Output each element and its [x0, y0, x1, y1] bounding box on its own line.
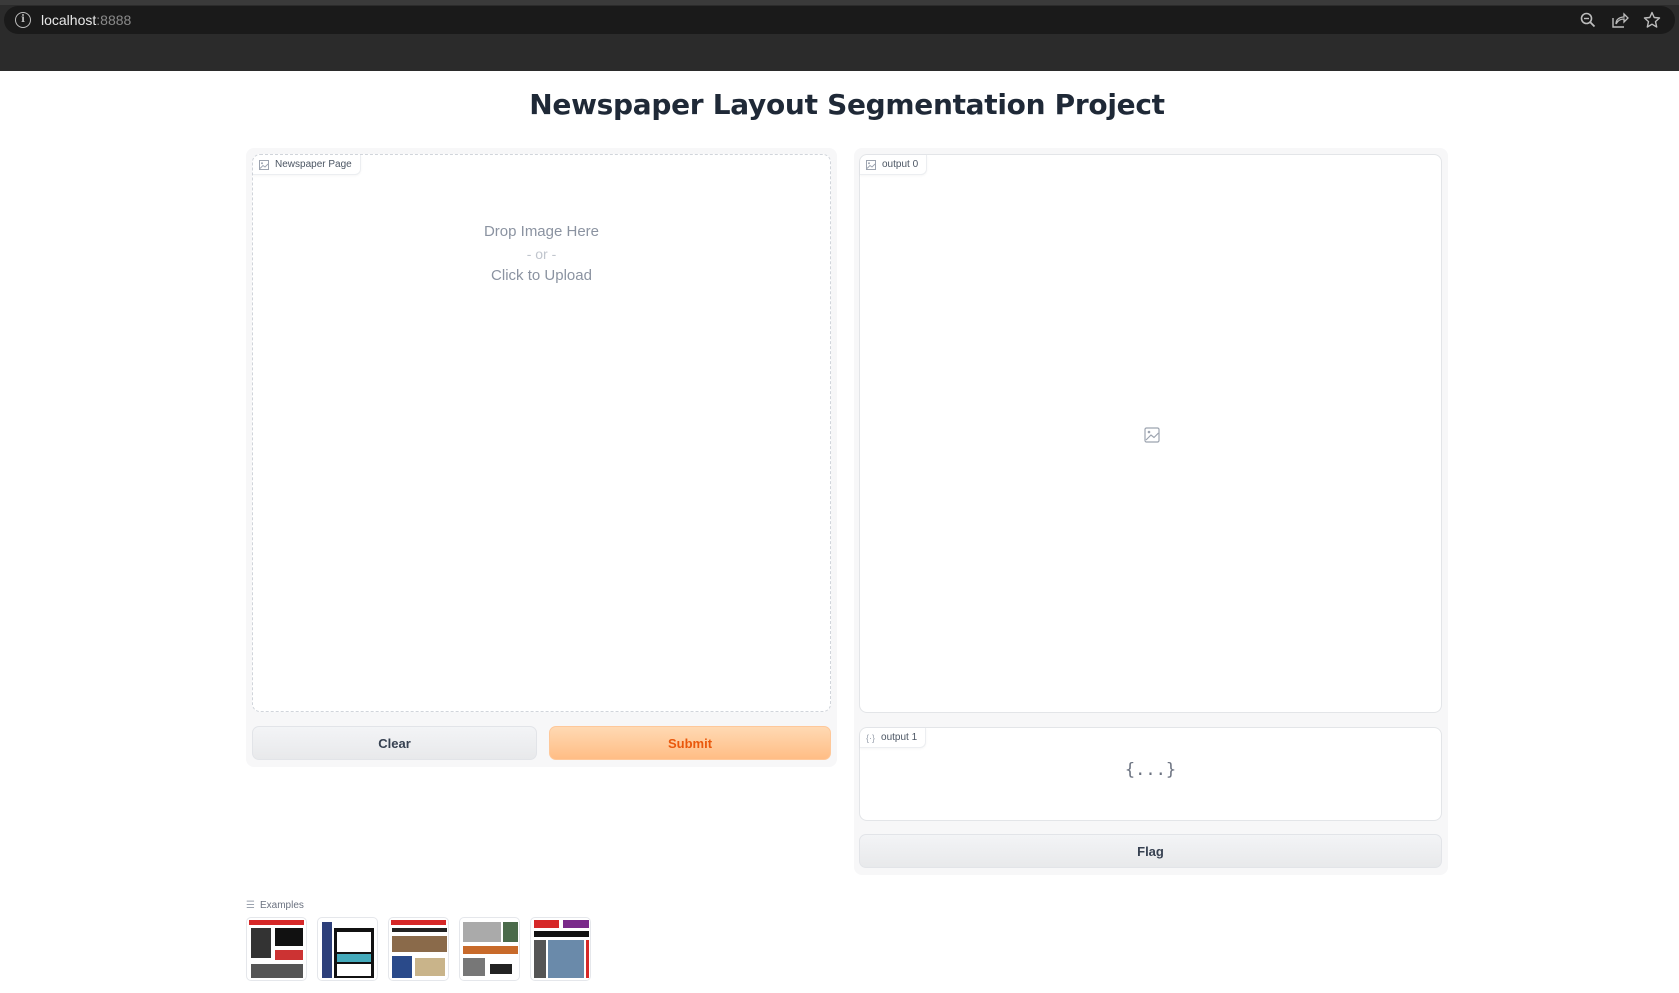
bookmark-star-icon[interactable]: [1643, 11, 1661, 29]
newspaper-example-1[interactable]: [246, 917, 307, 981]
output-image-box: output 0: [859, 154, 1442, 713]
output-0-label-text: output 0: [882, 159, 919, 170]
examples-label: Examples: [259, 900, 304, 911]
share-icon[interactable]: [1611, 11, 1629, 29]
input-label: Newspaper Page: [253, 155, 361, 175]
json-placeholder: {...}: [1124, 760, 1177, 780]
image-placeholder-icon: [1144, 427, 1160, 443]
input-label-text: Newspaper Page: [275, 159, 352, 170]
examples-section: ☰ Examples: [246, 900, 591, 981]
click-to-upload-text[interactable]: Click to Upload: [253, 265, 830, 287]
flag-button[interactable]: Flag: [859, 834, 1442, 868]
newspaper-example-4[interactable]: [459, 917, 520, 981]
output-panel: output 0 {·} output 1 {...} Flag: [854, 148, 1448, 875]
page-title: Newspaper Layout Segmentation Project: [529, 88, 1165, 121]
submit-button[interactable]: Submit: [549, 726, 831, 760]
output-0-label: output 0: [860, 155, 928, 175]
newspaper-example-2[interactable]: [317, 917, 378, 981]
browser-toolbar: i localhost:8888: [0, 0, 1679, 71]
image-icon: [866, 159, 876, 170]
info-icon[interactable]: i: [15, 12, 31, 28]
input-panel: Newspaper Page Drop Image Here - or - Cl…: [246, 148, 837, 767]
drop-image-text: Drop Image Here: [483, 223, 600, 240]
address-bar[interactable]: i localhost:8888: [4, 6, 1675, 34]
zoom-icon[interactable]: [1579, 11, 1597, 29]
image-upload-dropzone[interactable]: Newspaper Page Drop Image Here - or - Cl…: [252, 154, 831, 712]
url-port: :8888: [96, 12, 132, 28]
output-1-label: {·} output 1: [860, 728, 927, 748]
newspaper-example-3[interactable]: [388, 917, 449, 981]
clear-button[interactable]: Clear: [252, 726, 537, 760]
json-icon: {·}: [866, 732, 876, 743]
url-host: localhost: [41, 12, 97, 28]
list-icon: ☰: [246, 900, 255, 911]
image-icon: [259, 159, 269, 170]
tab-strip: [0, 0, 1679, 5]
output-json-box: {·} output 1 {...}: [859, 727, 1442, 821]
or-separator: - or -: [526, 246, 557, 262]
url-text[interactable]: localhost:8888: [41, 12, 131, 28]
output-1-label-text: output 1: [881, 732, 918, 743]
newspaper-example-5[interactable]: [530, 917, 591, 981]
